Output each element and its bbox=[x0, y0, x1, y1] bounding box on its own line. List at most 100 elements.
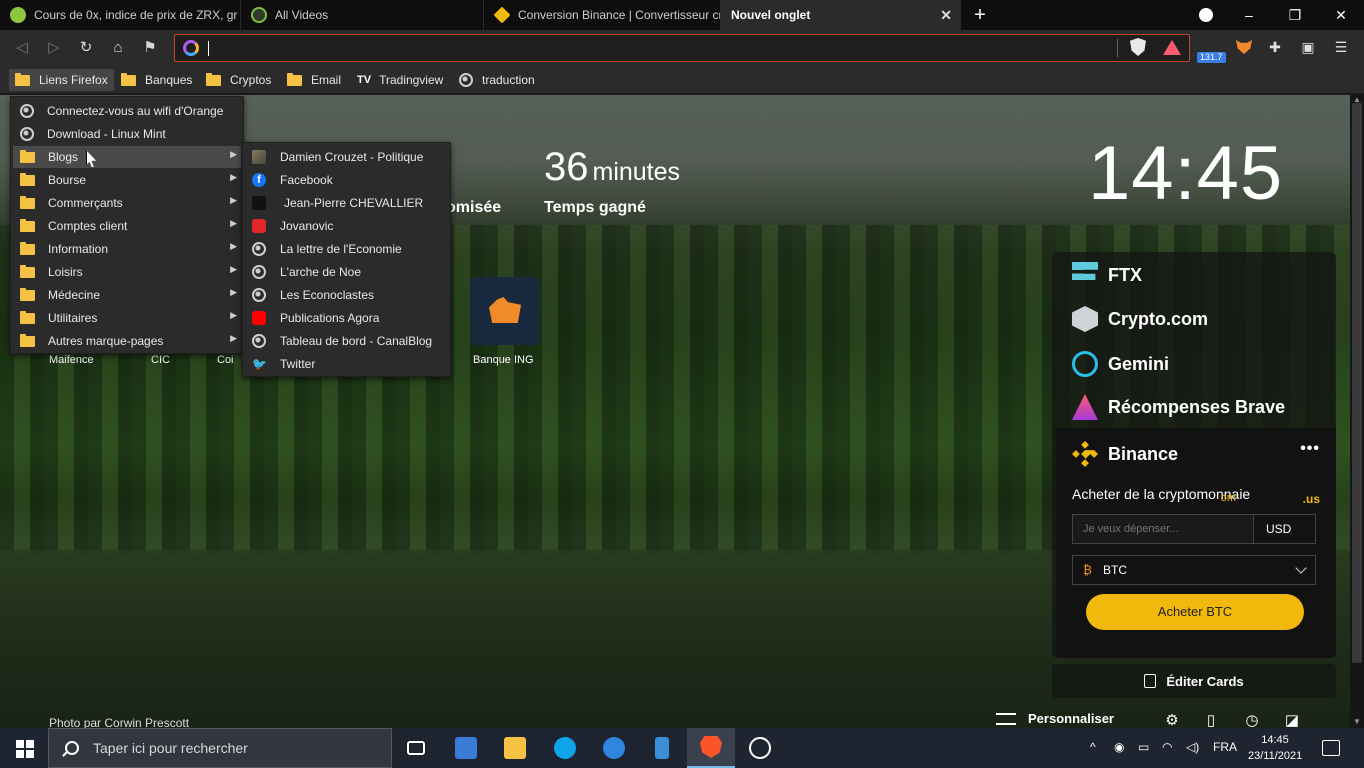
bookmark-folder-cryptos[interactable]: Cryptos bbox=[200, 69, 277, 91]
tray-network-icon[interactable]: ◉ bbox=[1114, 740, 1124, 754]
top-site-label-maifence[interactable]: Maifence bbox=[49, 354, 94, 366]
url-bar[interactable] bbox=[174, 34, 1190, 62]
chevron-down-icon bbox=[1295, 562, 1307, 574]
mail-app[interactable] bbox=[590, 728, 638, 768]
twitter-icon: 🐦 bbox=[252, 357, 267, 371]
widget-brave-rewards[interactable]: Récompenses Brave bbox=[1072, 389, 1285, 425]
widget-ftx[interactable]: FTX bbox=[1072, 257, 1142, 293]
metamask-icon[interactable] bbox=[1236, 40, 1252, 54]
menu-item-canalblog[interactable]: Tableau de bord - CanalBlog bbox=[245, 330, 448, 352]
calculator-icon bbox=[455, 737, 477, 759]
obs-app[interactable] bbox=[736, 728, 784, 768]
menu-item-publications-agora[interactable]: Publications Agora bbox=[245, 307, 448, 329]
menu-item-loisirs[interactable]: Loisirs ▶ bbox=[13, 261, 241, 283]
tab-search-icon[interactable] bbox=[1183, 0, 1229, 30]
top-site-label-cic[interactable]: CIC bbox=[151, 354, 170, 366]
reload-button[interactable]: ↻ bbox=[74, 36, 98, 60]
page-scrollbar[interactable]: ▲ ▼ bbox=[1350, 95, 1364, 735]
menu-item-utilitaires[interactable]: Utilitaires ▶ bbox=[13, 307, 241, 329]
mail-icon bbox=[603, 737, 625, 759]
tray-wifi-icon[interactable]: ◠ bbox=[1162, 740, 1172, 754]
menu-item-comptes-client[interactable]: Comptes client ▶ bbox=[13, 215, 241, 237]
maximize-button[interactable]: ❐ bbox=[1272, 0, 1318, 30]
widget-gemini[interactable]: Gemini bbox=[1072, 346, 1169, 382]
notification-center-icon[interactable] bbox=[1322, 740, 1340, 756]
top-site-label-ing[interactable]: Banque ING bbox=[473, 354, 534, 366]
menu-item-autres-marque-pages[interactable]: Autres marque-pages ▶ bbox=[13, 330, 241, 352]
buy-btc-button[interactable]: Acheter BTC bbox=[1086, 594, 1304, 630]
menu-item-arche-de-noe[interactable]: L'arche de Noe bbox=[245, 261, 448, 283]
binance-header[interactable]: Binance bbox=[1072, 436, 1178, 472]
extensions-icon[interactable]: ✚ bbox=[1266, 38, 1284, 56]
back-button[interactable]: ◁ bbox=[10, 36, 34, 60]
menu-item-lettre-economie[interactable]: La lettre de l'Economie bbox=[245, 238, 448, 260]
bookmark-folder-banques[interactable]: Banques bbox=[115, 69, 198, 91]
scrollbar-thumb[interactable] bbox=[1352, 103, 1362, 663]
bookmark-traduction[interactable]: traduction bbox=[453, 69, 541, 91]
currency-selector[interactable]: USD bbox=[1253, 514, 1316, 544]
spend-amount-input[interactable] bbox=[1072, 514, 1254, 544]
close-window-button[interactable]: ✕ bbox=[1318, 0, 1364, 30]
top-site-label-coi[interactable]: Coi bbox=[217, 354, 234, 366]
calculator-app[interactable] bbox=[442, 728, 490, 768]
close-tab-icon[interactable]: ✕ bbox=[940, 7, 952, 24]
binance-menu-icon[interactable]: ••• bbox=[1300, 440, 1320, 458]
menu-icon[interactable]: ☰ bbox=[1332, 38, 1350, 56]
tray-language[interactable]: FRA bbox=[1213, 740, 1237, 754]
home-button[interactable]: ⌂ bbox=[106, 36, 130, 60]
binance-us-tab[interactable]: .us bbox=[1303, 492, 1320, 506]
globe-icon bbox=[20, 127, 34, 141]
bookmark-folder-liens-firefox[interactable]: Liens Firefox bbox=[9, 69, 114, 91]
menu-item-bourse[interactable]: Bourse ▶ bbox=[13, 169, 241, 191]
menu-item-commercants[interactable]: Commerçants ▶ bbox=[13, 192, 241, 214]
brave-shields-icon[interactable] bbox=[1130, 38, 1146, 56]
store-app[interactable] bbox=[638, 728, 686, 768]
bookmark-folder-email[interactable]: Email bbox=[281, 69, 347, 91]
brave-app[interactable] bbox=[687, 728, 735, 768]
menu-item-medecine[interactable]: Médecine ▶ bbox=[13, 284, 241, 306]
tray-clock[interactable]: 14:45 23/11/2021 bbox=[1248, 732, 1302, 764]
wallet-icon[interactable]: ▣ bbox=[1299, 38, 1317, 56]
menu-item-blogs[interactable]: Blogs ▶ bbox=[13, 146, 241, 168]
forward-button[interactable]: ▷ bbox=[42, 36, 66, 60]
start-button[interactable] bbox=[0, 728, 48, 768]
file-explorer-app[interactable] bbox=[491, 728, 539, 768]
menu-item-label: L'arche de Noe bbox=[280, 265, 362, 279]
menu-item-information[interactable]: Information ▶ bbox=[13, 238, 241, 260]
menu-item-twitter[interactable]: 🐦 Twitter bbox=[245, 353, 448, 375]
skype-app[interactable] bbox=[541, 728, 589, 768]
tab-all-videos[interactable]: All Videos bbox=[241, 0, 484, 30]
binance-com-tab[interactable]: om bbox=[1221, 492, 1236, 504]
tray-battery-icon[interactable]: ▭ bbox=[1138, 740, 1149, 754]
tray-volume-icon[interactable]: ◁) bbox=[1186, 740, 1199, 754]
edit-cards-button[interactable]: Éditer Cards bbox=[1052, 664, 1336, 698]
taskbar-search-box[interactable]: Taper ici pour rechercher bbox=[48, 728, 392, 768]
menu-item-label: Les Econoclastes bbox=[280, 288, 375, 302]
widget-crypto-com[interactable]: Crypto.com bbox=[1072, 301, 1208, 337]
menu-item-jean-pierre-chevallier[interactable]: Jean-Pierre CHEVALLIER bbox=[245, 192, 448, 214]
tab-coingecko[interactable]: Cours de 0x, indice de prix de ZRX, gr bbox=[0, 0, 241, 30]
menu-item-facebook[interactable]: f Facebook bbox=[245, 169, 448, 191]
tray-expand-icon[interactable]: ^ bbox=[1090, 740, 1096, 754]
menu-item-orange-wifi[interactable]: Connectez-vous au wifi d'Orange bbox=[13, 100, 241, 122]
scroll-down-icon[interactable]: ▼ bbox=[1353, 717, 1361, 726]
menu-item-econoclastes[interactable]: Les Econoclastes bbox=[245, 284, 448, 306]
new-tab-button[interactable]: + bbox=[968, 4, 992, 26]
menu-item-jovanovic[interactable]: Jovanovic bbox=[245, 215, 448, 237]
menu-item-linux-mint[interactable]: Download - Linux Mint bbox=[13, 123, 241, 145]
customize-button[interactable]: Personnaliser bbox=[996, 711, 1114, 726]
navigation-bar: ◁ ▷ ↻ ⌂ ⚑ 131.7 ✚ ▣ ☰ bbox=[0, 30, 1364, 66]
bookmark-button[interactable]: ⚑ bbox=[138, 36, 162, 60]
brave-rewards-icon[interactable] bbox=[1163, 40, 1181, 55]
tab-binance[interactable]: Conversion Binance | Convertisseur cr bbox=[484, 0, 721, 30]
coin-select[interactable]: ₿ BTC bbox=[1072, 555, 1316, 585]
edit-cards-label: Éditer Cards bbox=[1166, 673, 1244, 689]
minimize-button[interactable]: – bbox=[1226, 0, 1272, 30]
task-view-button[interactable] bbox=[392, 728, 440, 768]
tab-new[interactable]: Nouvel onglet ✕ bbox=[721, 0, 961, 30]
tradingview-icon: TV bbox=[357, 74, 372, 86]
menu-item-label: Twitter bbox=[280, 357, 316, 371]
top-site-ing-tile[interactable] bbox=[471, 277, 539, 345]
bookmark-tradingview[interactable]: TV Tradingview bbox=[351, 69, 449, 91]
menu-item-damien-crouzet[interactable]: Damien Crouzet - Politique bbox=[245, 146, 448, 168]
